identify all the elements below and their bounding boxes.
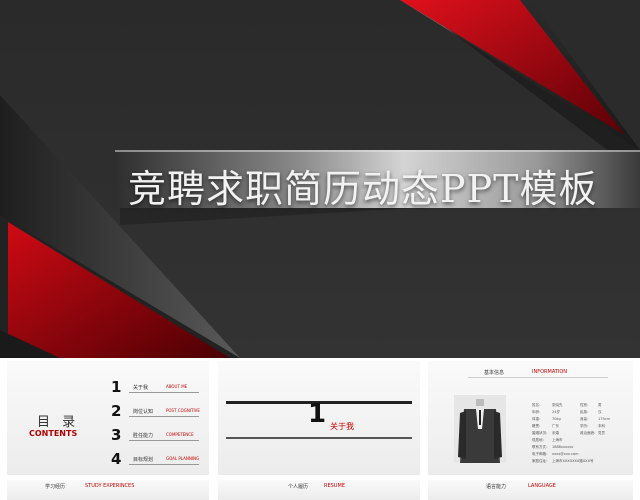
divider [129, 416, 199, 417]
toc-item-label: 胜任能力 [133, 433, 154, 439]
divider [129, 392, 199, 393]
info-key: 民族： [580, 410, 591, 414]
info-key: 联系方式： [532, 445, 550, 449]
toc-item-number: 4 [111, 450, 122, 468]
info-header-en: INFORMATION [532, 369, 568, 375]
suit-figure-icon [454, 395, 506, 463]
info-value: 175cm [598, 417, 611, 421]
thumbnail-language[interactable]: 语言能力 LANGUAGE [428, 480, 633, 500]
divider [129, 464, 199, 465]
divider [468, 377, 608, 378]
toc-item-number: 1 [111, 378, 122, 396]
info-key: 婚姻状况： [532, 431, 550, 435]
profile-photo [454, 395, 506, 463]
info-value: 本科 [598, 424, 605, 428]
info-value: 汉 [598, 410, 602, 414]
info-row: 年龄： 24岁 民族： 汉 [532, 410, 624, 417]
info-value: 上海市 [552, 438, 563, 442]
info-row: 现居地： 上海市 [532, 438, 624, 445]
thumbnail-resume[interactable]: 个人履历 RESUME [218, 480, 420, 500]
toc-item-en: POST COGNITIVE [166, 408, 200, 413]
language-header-en: LANGUAGE [528, 483, 556, 489]
info-key: 政治面貌： [580, 431, 598, 435]
toc-item-en: GOAL PLANNING [166, 456, 200, 461]
info-key: 身高： [580, 417, 591, 421]
toc-item-label: 岗位认知 [133, 409, 154, 415]
hero-slide[interactable]: 竞聘求职简历动态PPT模板 [0, 0, 640, 358]
info-value: 广东 [552, 424, 559, 428]
info-key: 性别： [580, 403, 591, 407]
info-row: 家庭住址： 上海市XXXXXXX路XXX号 [532, 459, 624, 466]
thumbnail-section[interactable]: 1 关于我 [218, 361, 420, 475]
section-number: 1 [308, 399, 327, 429]
toc-item-label: 目标规划 [133, 457, 154, 463]
thumbnail-study[interactable]: 学习经历 STUDY EXPERINCES [7, 480, 209, 500]
toc-subtitle: CONTENTS [29, 429, 78, 438]
toc-item-en: COMPETENCE [166, 432, 194, 437]
slide-thumbnails: 目 录 CONTENTS 1 关于我 ABOUT ME 2 岗位认知 POST … [0, 358, 640, 500]
info-row: 籍贯： 广东 学历： 本科 [532, 424, 624, 431]
toc-item-number: 2 [111, 402, 122, 420]
toc-item-en: ABOUT ME [166, 384, 188, 389]
info-header: 基本信息 [484, 370, 505, 376]
info-value: 70kg [552, 417, 561, 421]
language-header: 语言能力 [486, 484, 507, 490]
toc-item-label: 关于我 [133, 385, 149, 391]
study-header: 学习经历 [45, 484, 66, 490]
info-table: 姓名： 张晓先 性别： 男 年龄： 24岁 民族： 汉 体重： 70kg 身高：… [532, 403, 624, 466]
info-row: 姓名： 张晓先 性别： 男 [532, 403, 624, 410]
resume-header-en: RESUME [324, 483, 345, 489]
toc-title: 目 录 [37, 415, 80, 430]
thumbnail-background [218, 480, 420, 500]
info-key: 家庭住址： [532, 459, 550, 463]
hero-title: 竞聘求职简历动态PPT模板 [128, 167, 598, 211]
info-value: 未婚 [552, 431, 559, 435]
info-key: 姓名： [532, 403, 543, 407]
divider [129, 440, 199, 441]
divider [226, 437, 412, 439]
info-row: 婚姻状况： 未婚 政治面貌： 党员 [532, 431, 624, 438]
info-key: 电子邮箱： [532, 452, 550, 456]
toc-item-number: 3 [111, 426, 122, 444]
info-key: 年龄： [532, 410, 543, 414]
info-value: 上海市XXXXXXX路XXX号 [552, 459, 594, 463]
info-key: 学历： [580, 424, 591, 428]
section-title: 关于我 [330, 422, 354, 431]
info-value: 党员 [598, 431, 605, 435]
info-key: 现居地： [532, 438, 546, 442]
info-value: 张晓先 [552, 403, 563, 407]
info-row: 联系方式： 1888xxxxxx [532, 445, 624, 452]
thumbnail-info[interactable]: 基本信息 INFORMATION 姓名： 张晓先 性别： 男 年龄： 24岁 民… [428, 361, 633, 475]
study-header-en: STUDY EXPERINCES [85, 483, 135, 489]
info-key: 籍贯： [532, 424, 543, 428]
info-value: 24岁 [552, 410, 560, 414]
thumbnail-toc[interactable]: 目 录 CONTENTS 1 关于我 ABOUT ME 2 岗位认知 POST … [7, 361, 209, 475]
info-value: 男 [598, 403, 602, 407]
resume-header: 个人履历 [288, 484, 309, 490]
info-value: 1888xxxxxx [552, 445, 574, 449]
info-key: 体重： [532, 417, 543, 421]
info-value: xxxx@xxx.com [552, 452, 579, 456]
info-row: 电子邮箱： xxxx@xxx.com [532, 452, 624, 459]
info-row: 体重： 70kg 身高： 175cm [532, 417, 624, 424]
